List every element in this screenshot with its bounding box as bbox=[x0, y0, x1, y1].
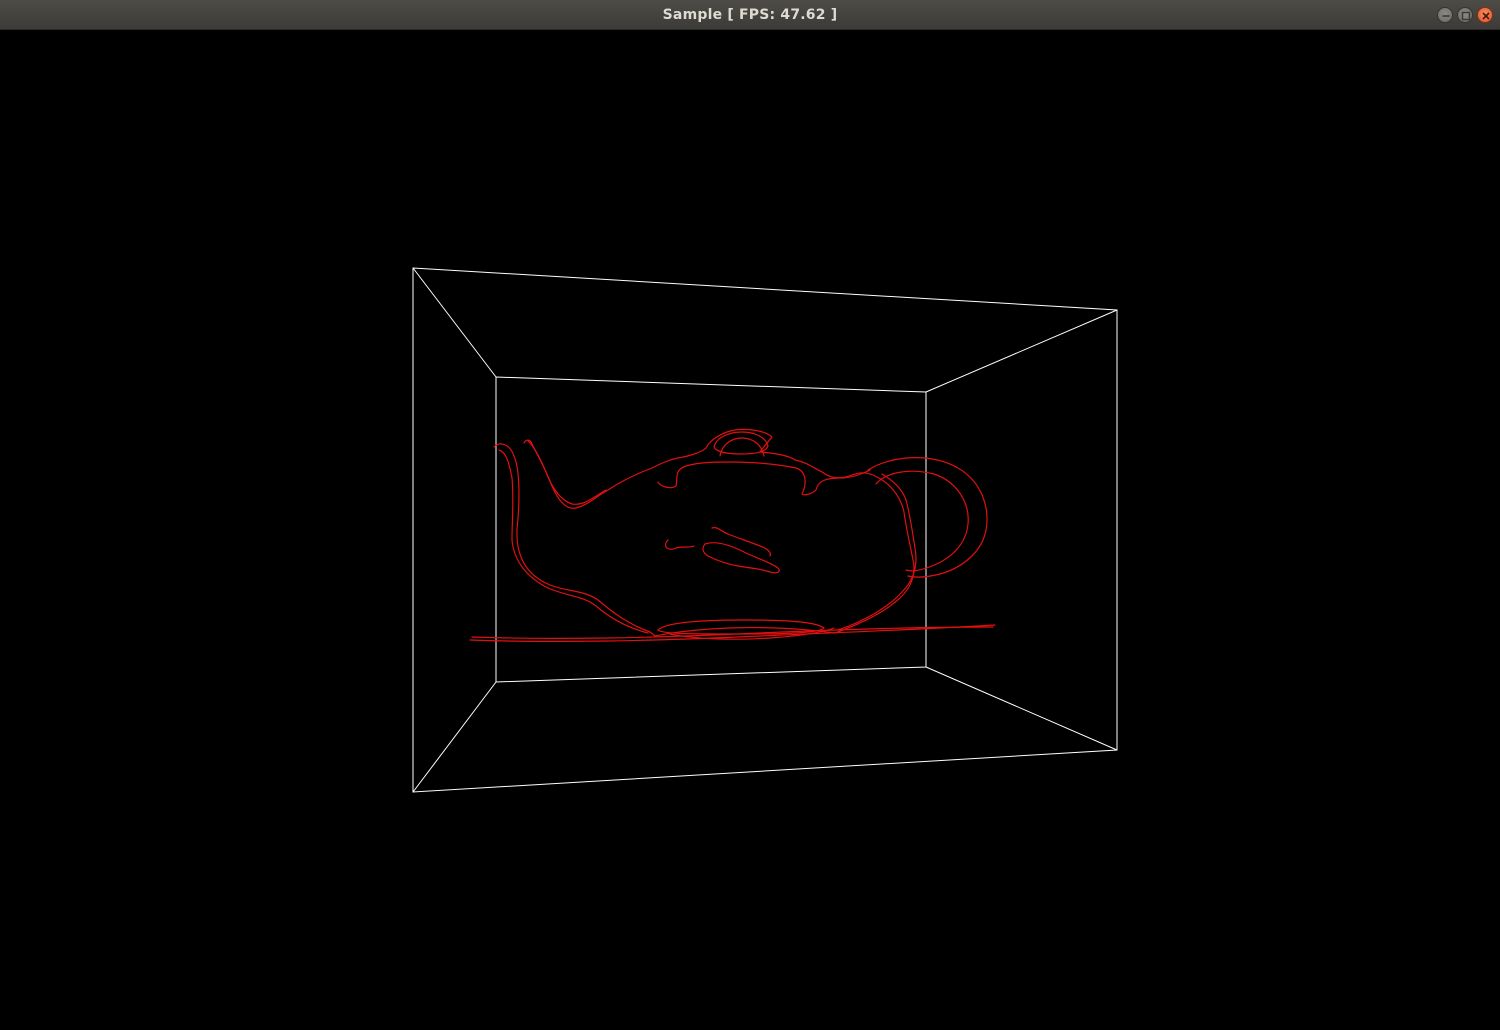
teapot-body-inner bbox=[498, 449, 649, 634]
box-edge-top-right bbox=[925, 309, 1118, 393]
teapot-icon bbox=[469, 428, 996, 643]
wireframe-box bbox=[412, 267, 1118, 793]
teapot-highlight-1 bbox=[664, 539, 695, 550]
teapot-body-outer bbox=[493, 428, 915, 637]
teapot-lid-rim bbox=[657, 461, 871, 496]
teapot-body-inner-right bbox=[837, 473, 917, 631]
teapot-highlight-3 bbox=[711, 527, 771, 557]
box-outer-face bbox=[412, 267, 1118, 793]
maximize-icon[interactable] bbox=[1457, 7, 1473, 23]
box-edge-top-left bbox=[412, 267, 497, 378]
scene-canvas bbox=[412, 267, 1118, 793]
window-controls bbox=[1437, 7, 1493, 23]
render-viewport[interactable] bbox=[0, 30, 1500, 1030]
app-window: Sample [ FPS: 47.62 ] bbox=[0, 0, 1500, 1030]
title-bar[interactable]: Sample [ FPS: 47.62 ] bbox=[0, 0, 1500, 30]
teapot-spout bbox=[527, 440, 607, 505]
teapot-highlight-2 bbox=[702, 542, 780, 574]
teapot-handle-outer bbox=[867, 457, 988, 578]
box-edge-bottom-right bbox=[925, 666, 1118, 751]
minimize-icon[interactable] bbox=[1437, 7, 1453, 23]
close-icon[interactable] bbox=[1477, 7, 1493, 23]
box-inner-face bbox=[495, 376, 927, 683]
box-edge-bottom-left bbox=[412, 681, 497, 793]
window-title: Sample [ FPS: 47.62 ] bbox=[662, 7, 838, 23]
